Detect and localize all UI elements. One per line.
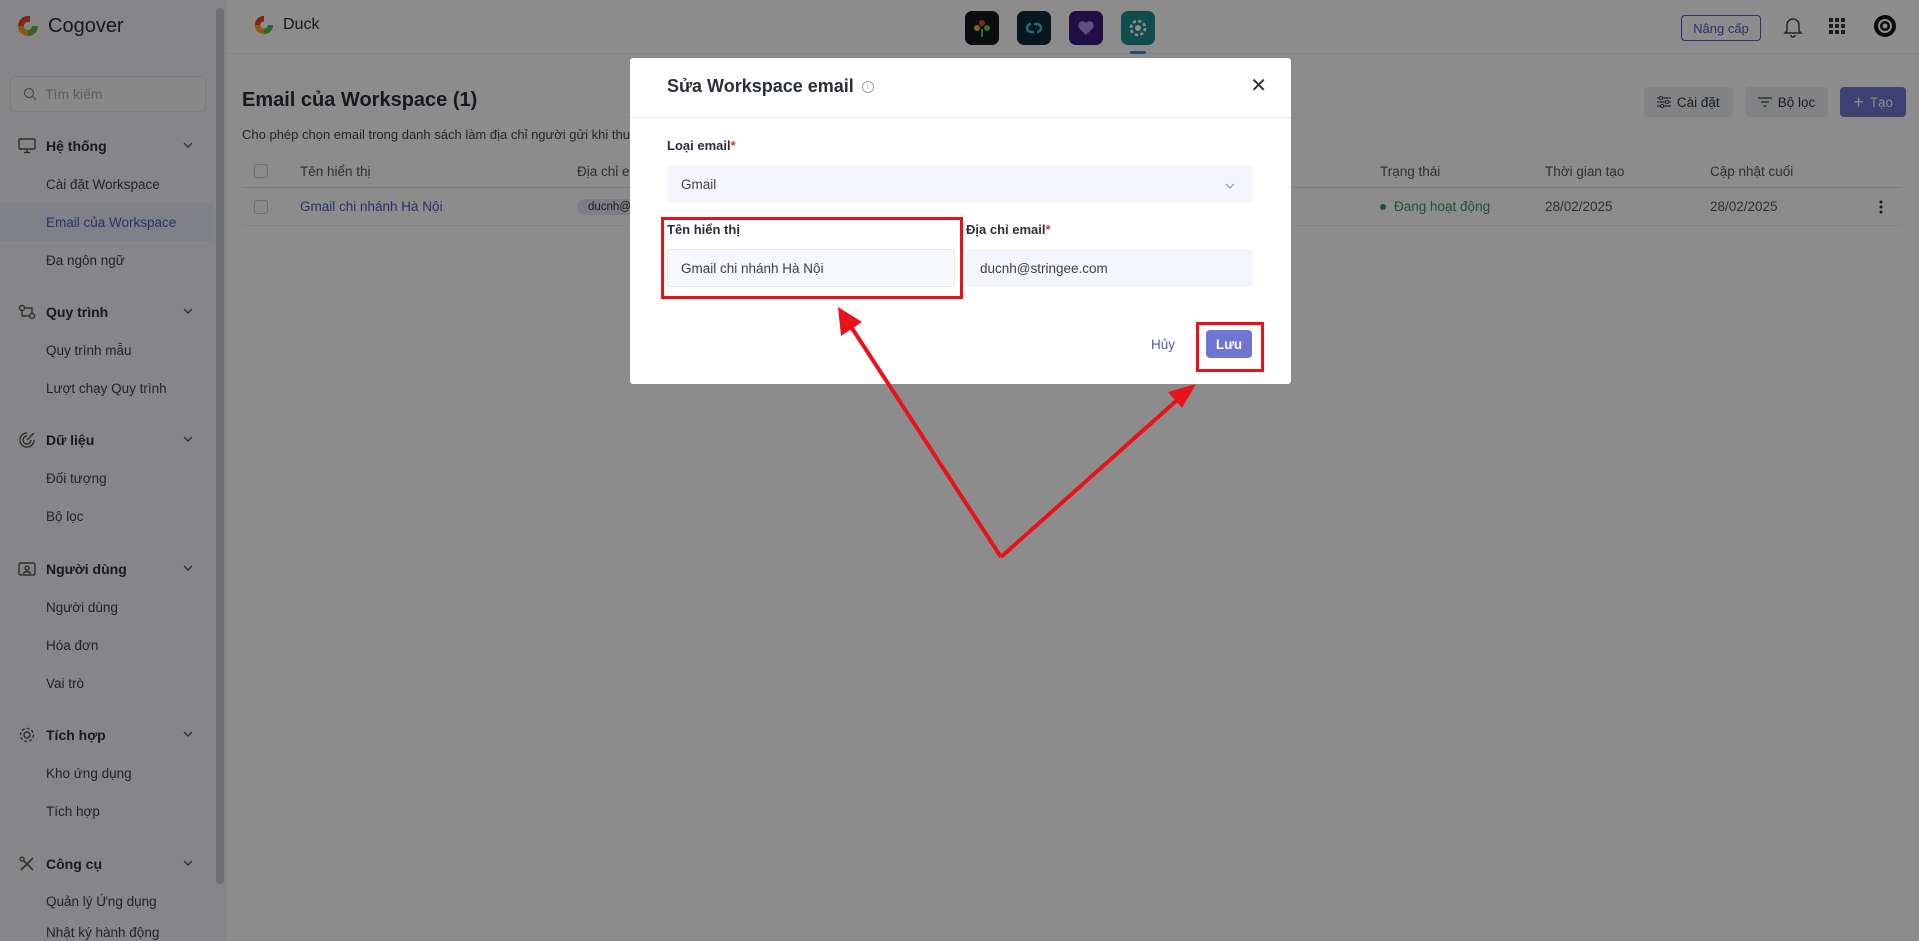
arrowhead-left-icon (838, 307, 862, 336)
annotation-arrows (838, 307, 1196, 559)
arrow-line-left (846, 320, 1003, 559)
arrow-line-right (999, 391, 1187, 559)
